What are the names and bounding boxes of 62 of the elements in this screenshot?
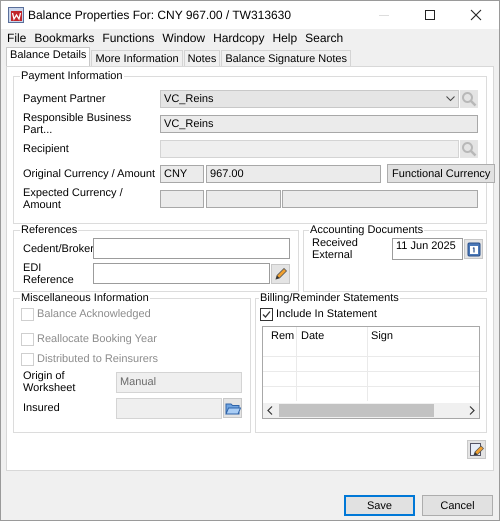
input-field[interactable] <box>282 190 478 208</box>
field-label: Responsible Business Part... <box>23 112 132 136</box>
field-label: Original Currency / Amount <box>23 168 156 180</box>
scroll-left-icon[interactable] <box>267 406 273 415</box>
horizontal-scrollbar[interactable] <box>263 403 479 418</box>
field-label: Expected Currency / Amount <box>23 186 124 210</box>
field-label: Insured <box>23 402 61 414</box>
amount-field[interactable] <box>206 190 281 208</box>
input-field[interactable] <box>116 398 222 418</box>
checkbox-label: Reallocate Booking Year <box>37 333 157 345</box>
field-label: Cedent/Broker <box>23 242 93 254</box>
menu-item[interactable]: Window <box>158 31 210 45</box>
checkbox-label: Balance Acknowledged <box>37 308 151 320</box>
functional-currency-button[interactable]: Functional Currency <box>387 164 496 183</box>
date-field[interactable]: 11 Jun 2025 <box>392 238 463 260</box>
menu-item[interactable]: Functions <box>98 31 158 45</box>
menu-item[interactable]: Help <box>268 31 302 45</box>
currency-field[interactable]: CNY <box>160 164 204 182</box>
menu-item[interactable]: Hardcopy <box>209 31 268 45</box>
dialog-button[interactable]: Save <box>344 495 415 516</box>
menu-item[interactable]: Bookmarks <box>30 31 98 45</box>
group-title: Billing/Reminder Statements <box>259 292 400 304</box>
checkbox-label: Include In Statement <box>276 308 377 320</box>
tab[interactable]: Notes <box>184 50 220 66</box>
input-field[interactable]: Manual <box>116 372 242 392</box>
app-icon <box>8 7 24 23</box>
search-icon[interactable] <box>460 90 478 108</box>
calendar-icon[interactable] <box>464 238 483 258</box>
search-icon[interactable] <box>460 140 478 158</box>
field-label: EDI Reference <box>23 262 75 286</box>
menu-item[interactable]: Search <box>301 31 348 45</box>
group-title: Accounting Documents <box>309 224 424 236</box>
field-label: Origin of Worksheet <box>23 370 76 394</box>
group-title: References <box>20 224 78 236</box>
dialog-button[interactable]: Cancel <box>422 495 493 516</box>
group-title: Miscellaneous Information <box>20 292 150 304</box>
input-field[interactable] <box>160 140 459 158</box>
tab[interactable]: Balance Details <box>6 47 90 66</box>
pencil-icon[interactable] <box>271 264 290 284</box>
edit-document-icon[interactable] <box>467 440 486 459</box>
tab[interactable]: Balance Signature Notes <box>221 50 352 66</box>
group-title: Payment Information <box>20 70 124 82</box>
field-label: Payment Partner <box>23 92 107 104</box>
input-field[interactable] <box>93 263 270 284</box>
column-header[interactable]: Sign <box>368 327 479 356</box>
checkbox[interactable] <box>260 308 273 320</box>
input-field[interactable] <box>93 238 290 259</box>
field-label: Received External <box>312 236 359 260</box>
column-header[interactable]: Rem <box>263 327 297 356</box>
tab[interactable]: More Information <box>91 50 183 66</box>
menu-item[interactable]: File <box>3 31 30 45</box>
window-title: Balance Properties For: CNY 967.00 / TW313630 <box>28 8 292 22</box>
scroll-right-icon[interactable] <box>469 406 475 415</box>
checkbox-label: Distributed to Reinsurers <box>37 353 158 365</box>
chevron-icon <box>446 96 455 102</box>
folder-icon[interactable] <box>223 398 242 418</box>
field-label: Recipient <box>23 142 70 154</box>
currency-field[interactable] <box>160 190 204 208</box>
column-header[interactable]: Date <box>297 327 368 356</box>
amount-field[interactable]: 967.00 <box>206 164 381 182</box>
input-field[interactable]: VC_Reins <box>160 114 478 132</box>
dropdown-field[interactable]: VC_Reins <box>160 90 459 108</box>
